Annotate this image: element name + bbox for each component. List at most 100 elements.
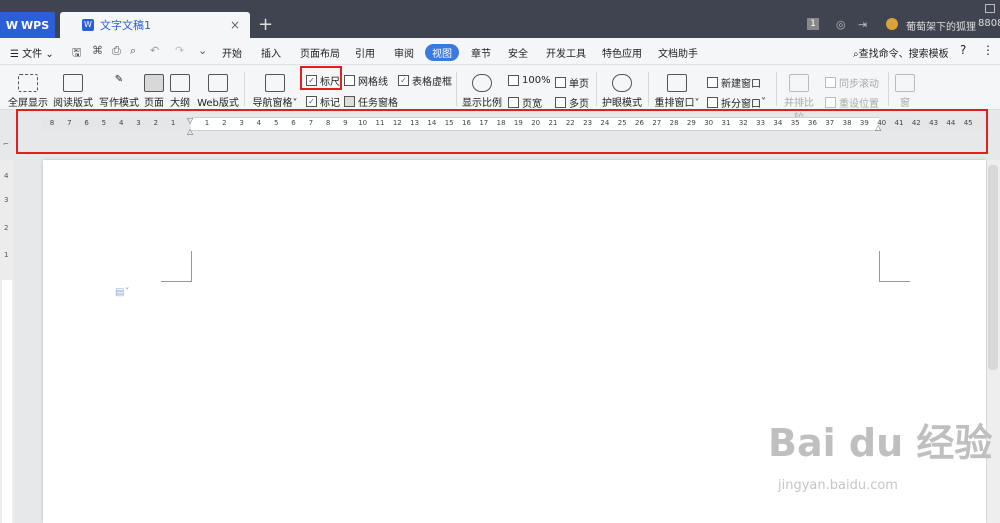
menu-home[interactable]: 开始 <box>222 45 242 60</box>
side-by-side-icon <box>789 74 809 92</box>
avatar[interactable] <box>886 18 898 30</box>
task-pane-check-icon <box>344 96 355 107</box>
chevron-down-icon: ⌄ <box>45 49 54 60</box>
close-tab-icon[interactable]: × <box>230 18 240 32</box>
document-icon: W <box>82 19 94 31</box>
document-page[interactable] <box>43 160 986 523</box>
print-preview-icon[interactable]: ⌕ <box>130 44 136 58</box>
divider <box>244 72 245 106</box>
hamburger-icon: ☰ <box>10 49 23 60</box>
reading-layout-button[interactable]: 阅读版式 <box>52 74 94 109</box>
task-pane-checkbox[interactable]: 任务窗格 <box>344 94 398 109</box>
book-icon <box>63 74 83 92</box>
tab-stop-selector[interactable]: ⌐ <box>3 140 9 148</box>
zoom-icon <box>472 74 492 92</box>
actual-size-icon <box>508 75 519 86</box>
multi-page-icon <box>555 97 566 108</box>
window-icon <box>895 74 915 92</box>
outline-icon <box>170 74 190 92</box>
single-page-button[interactable]: 单页 <box>555 75 589 90</box>
baidu-watermark-logo: Bai du 经验 <box>768 421 993 465</box>
new-window-button[interactable]: 新建窗口 <box>707 75 761 90</box>
menu-special-apps[interactable]: 特色应用 <box>602 45 642 60</box>
web-layout-button[interactable]: Web版式 <box>196 74 240 109</box>
eye-protection-button[interactable]: 护眼模式 <box>600 74 644 109</box>
arrange-windows-button[interactable]: 重排窗口˅ <box>654 74 700 109</box>
menu-insert[interactable]: 插入 <box>261 45 281 60</box>
page-view-button[interactable]: 页面 <box>142 74 166 109</box>
menu-page-layout[interactable]: 页面布局 <box>300 45 340 60</box>
page-icon <box>144 74 164 92</box>
web-icon <box>208 74 228 92</box>
arrange-windows-icon <box>667 74 687 92</box>
divider <box>456 72 457 106</box>
single-page-icon <box>555 77 566 88</box>
chevron-down-icon: ˅ <box>761 97 766 108</box>
user-name[interactable]: 葡萄架下的狐狸 <box>906 18 976 33</box>
page-width-button[interactable]: 页宽 <box>508 95 542 110</box>
undo-icon[interactable]: ↶ <box>150 44 159 57</box>
split-window-button[interactable]: 拆分窗口 ˅ <box>707 95 766 110</box>
vruler-number: 3 <box>4 196 9 204</box>
coin-count: 8808 <box>978 18 1000 29</box>
redo-icon[interactable]: ↷ <box>175 44 184 57</box>
document-tab[interactable]: W 文字文稿1 × <box>60 12 250 38</box>
window-count-badge[interactable]: 1 <box>807 18 819 30</box>
gridlines-checkbox[interactable]: 网格线 <box>344 73 388 88</box>
marks-check-icon: ✓ <box>306 96 317 107</box>
menu-doc-assistant[interactable]: 文档助手 <box>658 45 698 60</box>
wps-logo-icon: W <box>5 18 18 32</box>
writing-mode-button[interactable]: ✎ 写作模式 <box>98 74 140 109</box>
help-icon[interactable]: ? <box>960 43 966 57</box>
menu-view[interactable]: 视图 <box>425 44 459 61</box>
skin-icon[interactable]: ◎ <box>836 18 846 31</box>
outline-view-button[interactable]: 大纲 <box>168 74 192 109</box>
sync-scroll-button[interactable]: 同步滚动 <box>825 75 879 90</box>
new-window-icon <box>707 77 718 88</box>
zoom-100-button[interactable]: 100% <box>508 75 551 86</box>
zoom-button[interactable]: 显示比例 <box>462 74 502 109</box>
scrollbar-thumb[interactable] <box>988 165 998 370</box>
ruler-checkbox-highlight <box>300 66 342 90</box>
menu-developer[interactable]: 开发工具 <box>546 45 586 60</box>
menu-security[interactable]: 安全 <box>508 45 528 60</box>
file-menu[interactable]: ☰ 文件 ⌄ <box>10 45 54 60</box>
window-button[interactable]: 窗 <box>893 74 917 109</box>
divider <box>776 72 777 106</box>
restore-window-icon[interactable] <box>985 4 995 13</box>
navigation-pane-button[interactable]: 导航窗格˅ <box>252 74 298 109</box>
fullscreen-icon <box>18 74 38 92</box>
add-tab-button[interactable]: + <box>258 14 273 35</box>
divider <box>648 72 649 106</box>
reset-position-button[interactable]: 重设位置 <box>825 95 879 110</box>
menu-chapter[interactable]: 章节 <box>471 45 491 60</box>
divider <box>888 72 889 106</box>
format-painter-icon[interactable]: ⌘ <box>92 44 103 57</box>
navigation-pane-icon <box>265 74 285 92</box>
pen-icon: ✎ <box>114 74 124 85</box>
wps-home-tab[interactable]: W WPS <box>0 12 55 38</box>
command-search[interactable]: ⌕查找命令、搜索模板 <box>853 45 949 60</box>
marks-checkbox[interactable]: ✓ 标记 <box>306 94 340 109</box>
menu-references[interactable]: 引用 <box>355 45 375 60</box>
fullscreen-button[interactable]: 全屏显示 <box>8 74 48 109</box>
divider <box>596 72 597 106</box>
save-icon[interactable]: 🖫 <box>72 44 81 63</box>
split-window-icon <box>707 97 718 108</box>
multi-page-button[interactable]: 多页 <box>555 95 589 110</box>
eye-icon <box>612 74 632 92</box>
more-options-icon[interactable]: ⋮ <box>982 43 994 57</box>
margin-corner-top-left <box>161 251 192 282</box>
margin-corner-top-right <box>879 251 910 282</box>
chevron-down-icon: ˅ <box>292 98 298 109</box>
baidu-watermark-url: jingyan.baidu.com <box>778 478 898 493</box>
document-tab-label: 文字文稿1 <box>100 19 151 32</box>
share-icon[interactable]: ⇥ <box>858 18 867 31</box>
paste-options-icon[interactable]: ▤˅ <box>115 287 129 298</box>
table-gridlines-checkbox[interactable]: ✓ 表格虚框 <box>398 73 452 88</box>
ruler-highlight <box>16 109 988 154</box>
print-icon[interactable]: ⎙ <box>112 44 121 58</box>
quick-access-chevron-icon[interactable]: ⌄ <box>198 44 207 57</box>
menu-review[interactable]: 审阅 <box>394 45 414 60</box>
page-width-icon <box>508 97 519 108</box>
